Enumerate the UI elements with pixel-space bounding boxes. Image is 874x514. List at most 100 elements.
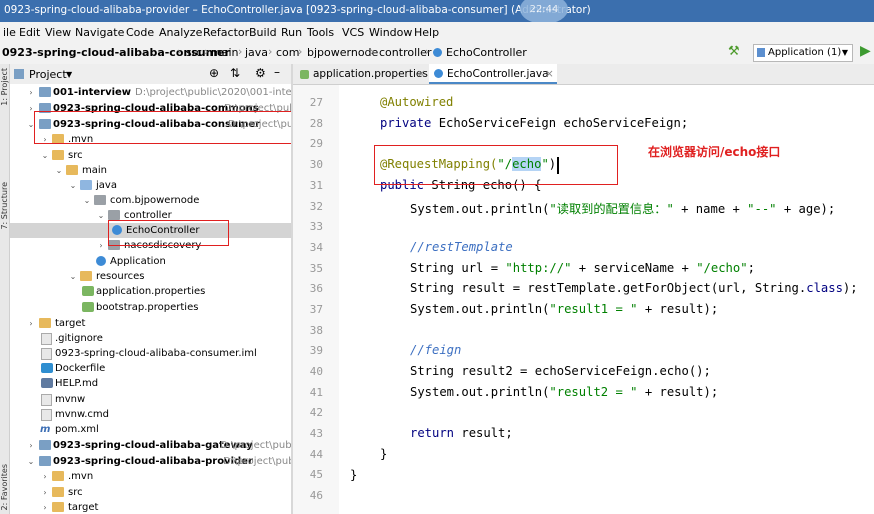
chevron-down-icon[interactable]: ▼ bbox=[66, 70, 72, 79]
breadcrumb-src[interactable]: src bbox=[186, 46, 202, 59]
breadcrumb-echocontroller[interactable]: EchoController bbox=[446, 46, 527, 59]
menu-navigate[interactable]: Navigate bbox=[75, 26, 124, 39]
annotation-box-consumer-module bbox=[34, 111, 297, 144]
tree-item[interactable]: .gitignore bbox=[10, 331, 291, 346]
tree-item[interactable]: mvnw.cmd bbox=[10, 407, 291, 422]
tree-item[interactable]: ⌄ main bbox=[10, 163, 291, 178]
tool-window-project[interactable]: 1: Project bbox=[0, 68, 9, 106]
project-panel-title[interactable]: Project bbox=[29, 68, 67, 81]
breadcrumb-bjpowernode[interactable]: bjpowernode bbox=[307, 46, 378, 59]
string-token: "--" bbox=[747, 202, 777, 216]
chevron-down-icon[interactable]: ⌄ bbox=[69, 269, 77, 284]
menu-code[interactable]: Code bbox=[126, 26, 154, 39]
chevron-right-icon[interactable]: › bbox=[27, 316, 35, 331]
menu-build[interactable]: Build bbox=[249, 26, 277, 39]
properties-file-icon bbox=[300, 70, 309, 79]
breadcrumb-main[interactable]: main bbox=[211, 46, 238, 59]
line-number: 41 bbox=[309, 386, 323, 399]
run-configuration-select[interactable]: Application (1) ▼ bbox=[753, 44, 853, 62]
tab-echocontroller-java[interactable]: EchoController.java × bbox=[429, 64, 557, 84]
tree-item[interactable]: m pom.xml bbox=[10, 422, 291, 437]
tab-application-properties[interactable]: application.properties × bbox=[295, 64, 428, 84]
tree-item[interactable]: HELP.md bbox=[10, 376, 291, 391]
run-icon[interactable]: ▶ bbox=[860, 43, 871, 59]
menu-file[interactable]: ile bbox=[3, 26, 16, 39]
breadcrumb-com[interactable]: com bbox=[276, 46, 300, 59]
tree-item[interactable]: mvnw bbox=[10, 392, 291, 407]
line-number: 39 bbox=[309, 344, 323, 357]
tree-item-label: java bbox=[96, 180, 117, 191]
tree-item[interactable]: › 0923-spring-cloud-alibaba-gateway D:\p… bbox=[10, 438, 291, 453]
code-token: + result); bbox=[637, 302, 719, 316]
menu-run[interactable]: Run bbox=[281, 26, 302, 39]
chevron-down-icon[interactable]: ⌄ bbox=[97, 208, 105, 223]
breadcrumb-controller[interactable]: controller bbox=[379, 46, 431, 59]
tree-item-label: Dockerfile bbox=[55, 363, 106, 374]
chevron-right-icon[interactable]: › bbox=[97, 238, 105, 253]
chevron-right-icon[interactable]: › bbox=[41, 469, 49, 484]
file-icon bbox=[41, 409, 52, 421]
tree-item[interactable]: › 001-interview D:\project\public\2020\0… bbox=[10, 85, 291, 100]
tree-item[interactable]: › src bbox=[10, 485, 291, 500]
tree-item[interactable]: ⌄ com.bjpowernode bbox=[10, 193, 291, 208]
breadcrumb-java[interactable]: java bbox=[245, 46, 268, 59]
tree-item[interactable]: application.properties bbox=[10, 284, 291, 299]
markdown-icon bbox=[41, 378, 53, 388]
line-number: 46 bbox=[309, 489, 323, 502]
module-folder-icon bbox=[39, 440, 51, 450]
line-number: 36 bbox=[309, 282, 323, 295]
chevron-down-icon[interactable]: ⌄ bbox=[41, 148, 49, 163]
collapse-all-icon[interactable]: ⇅ bbox=[230, 66, 240, 80]
annotation-note: 在浏览器访问/echo接口 bbox=[648, 145, 781, 159]
menu-vcs[interactable]: VCS bbox=[342, 26, 364, 39]
menu-help[interactable]: Help bbox=[414, 26, 439, 39]
tree-item[interactable]: ⌄ src bbox=[10, 148, 291, 163]
hide-panel-icon[interactable]: – bbox=[274, 65, 280, 79]
crosshair-icon[interactable]: ⊕ bbox=[209, 66, 219, 80]
menu-edit[interactable]: Edit bbox=[19, 26, 40, 39]
menu-view[interactable]: View bbox=[45, 26, 71, 39]
code-token: ; bbox=[747, 261, 755, 275]
line-number: 40 bbox=[309, 365, 323, 378]
menu-window[interactable]: Window bbox=[369, 26, 412, 39]
code-token: System.out.println( bbox=[410, 202, 550, 216]
tree-item[interactable]: Dockerfile bbox=[10, 361, 291, 376]
menu-analyze[interactable]: Analyze bbox=[159, 26, 202, 39]
close-icon[interactable]: × bbox=[417, 64, 426, 84]
tool-window-favorites[interactable]: 2: Favorites bbox=[0, 464, 9, 510]
project-panel-header: Project ▼ ⊕ ⇅ ⚙ – bbox=[10, 64, 291, 85]
tree-item[interactable]: Application bbox=[10, 254, 291, 269]
chevron-right-icon[interactable]: › bbox=[27, 85, 35, 100]
tree-item[interactable]: ⌄ 0923-spring-cloud-alibaba-provider D:\… bbox=[10, 454, 291, 469]
line-number: 45 bbox=[309, 468, 323, 481]
gear-icon[interactable]: ⚙ bbox=[255, 66, 266, 80]
chevron-right-icon[interactable]: › bbox=[41, 485, 49, 500]
line-number: 38 bbox=[309, 324, 323, 337]
tree-item[interactable]: › .mvn bbox=[10, 469, 291, 484]
menu-refactor[interactable]: Refactor bbox=[203, 26, 249, 39]
breadcrumb-separator: › bbox=[370, 45, 375, 58]
chevron-down-icon[interactable]: ⌄ bbox=[69, 178, 77, 193]
tab-label: EchoController.java bbox=[447, 68, 549, 80]
package-icon bbox=[94, 195, 106, 205]
string-token: "result2 = " bbox=[549, 385, 638, 399]
tree-item[interactable]: ⌄ java bbox=[10, 178, 291, 193]
line-number: 32 bbox=[309, 200, 323, 213]
menu-tools[interactable]: Tools bbox=[307, 26, 334, 39]
chevron-down-icon[interactable]: ⌄ bbox=[55, 163, 63, 178]
string-token: "http://" bbox=[505, 261, 572, 275]
tree-item[interactable]: › target bbox=[10, 316, 291, 331]
chevron-down-icon[interactable]: ⌄ bbox=[83, 193, 91, 208]
chevron-down-icon[interactable]: ⌄ bbox=[27, 454, 35, 469]
chevron-right-icon[interactable]: › bbox=[27, 438, 35, 453]
tree-item[interactable]: ⌄ resources bbox=[10, 269, 291, 284]
tree-item-label: resources bbox=[96, 271, 145, 282]
build-hammer-icon[interactable]: ⚒ bbox=[728, 44, 740, 59]
tree-item[interactable]: 0923-spring-cloud-alibaba-consumer.iml bbox=[10, 346, 291, 361]
tree-item[interactable]: bootstrap.properties bbox=[10, 300, 291, 315]
chevron-right-icon[interactable]: › bbox=[41, 500, 49, 514]
tree-item[interactable]: › target bbox=[10, 500, 291, 514]
code-line-39: //feign bbox=[410, 343, 462, 357]
close-icon[interactable]: × bbox=[545, 64, 554, 84]
tool-window-structure[interactable]: 7: Structure bbox=[0, 182, 9, 230]
